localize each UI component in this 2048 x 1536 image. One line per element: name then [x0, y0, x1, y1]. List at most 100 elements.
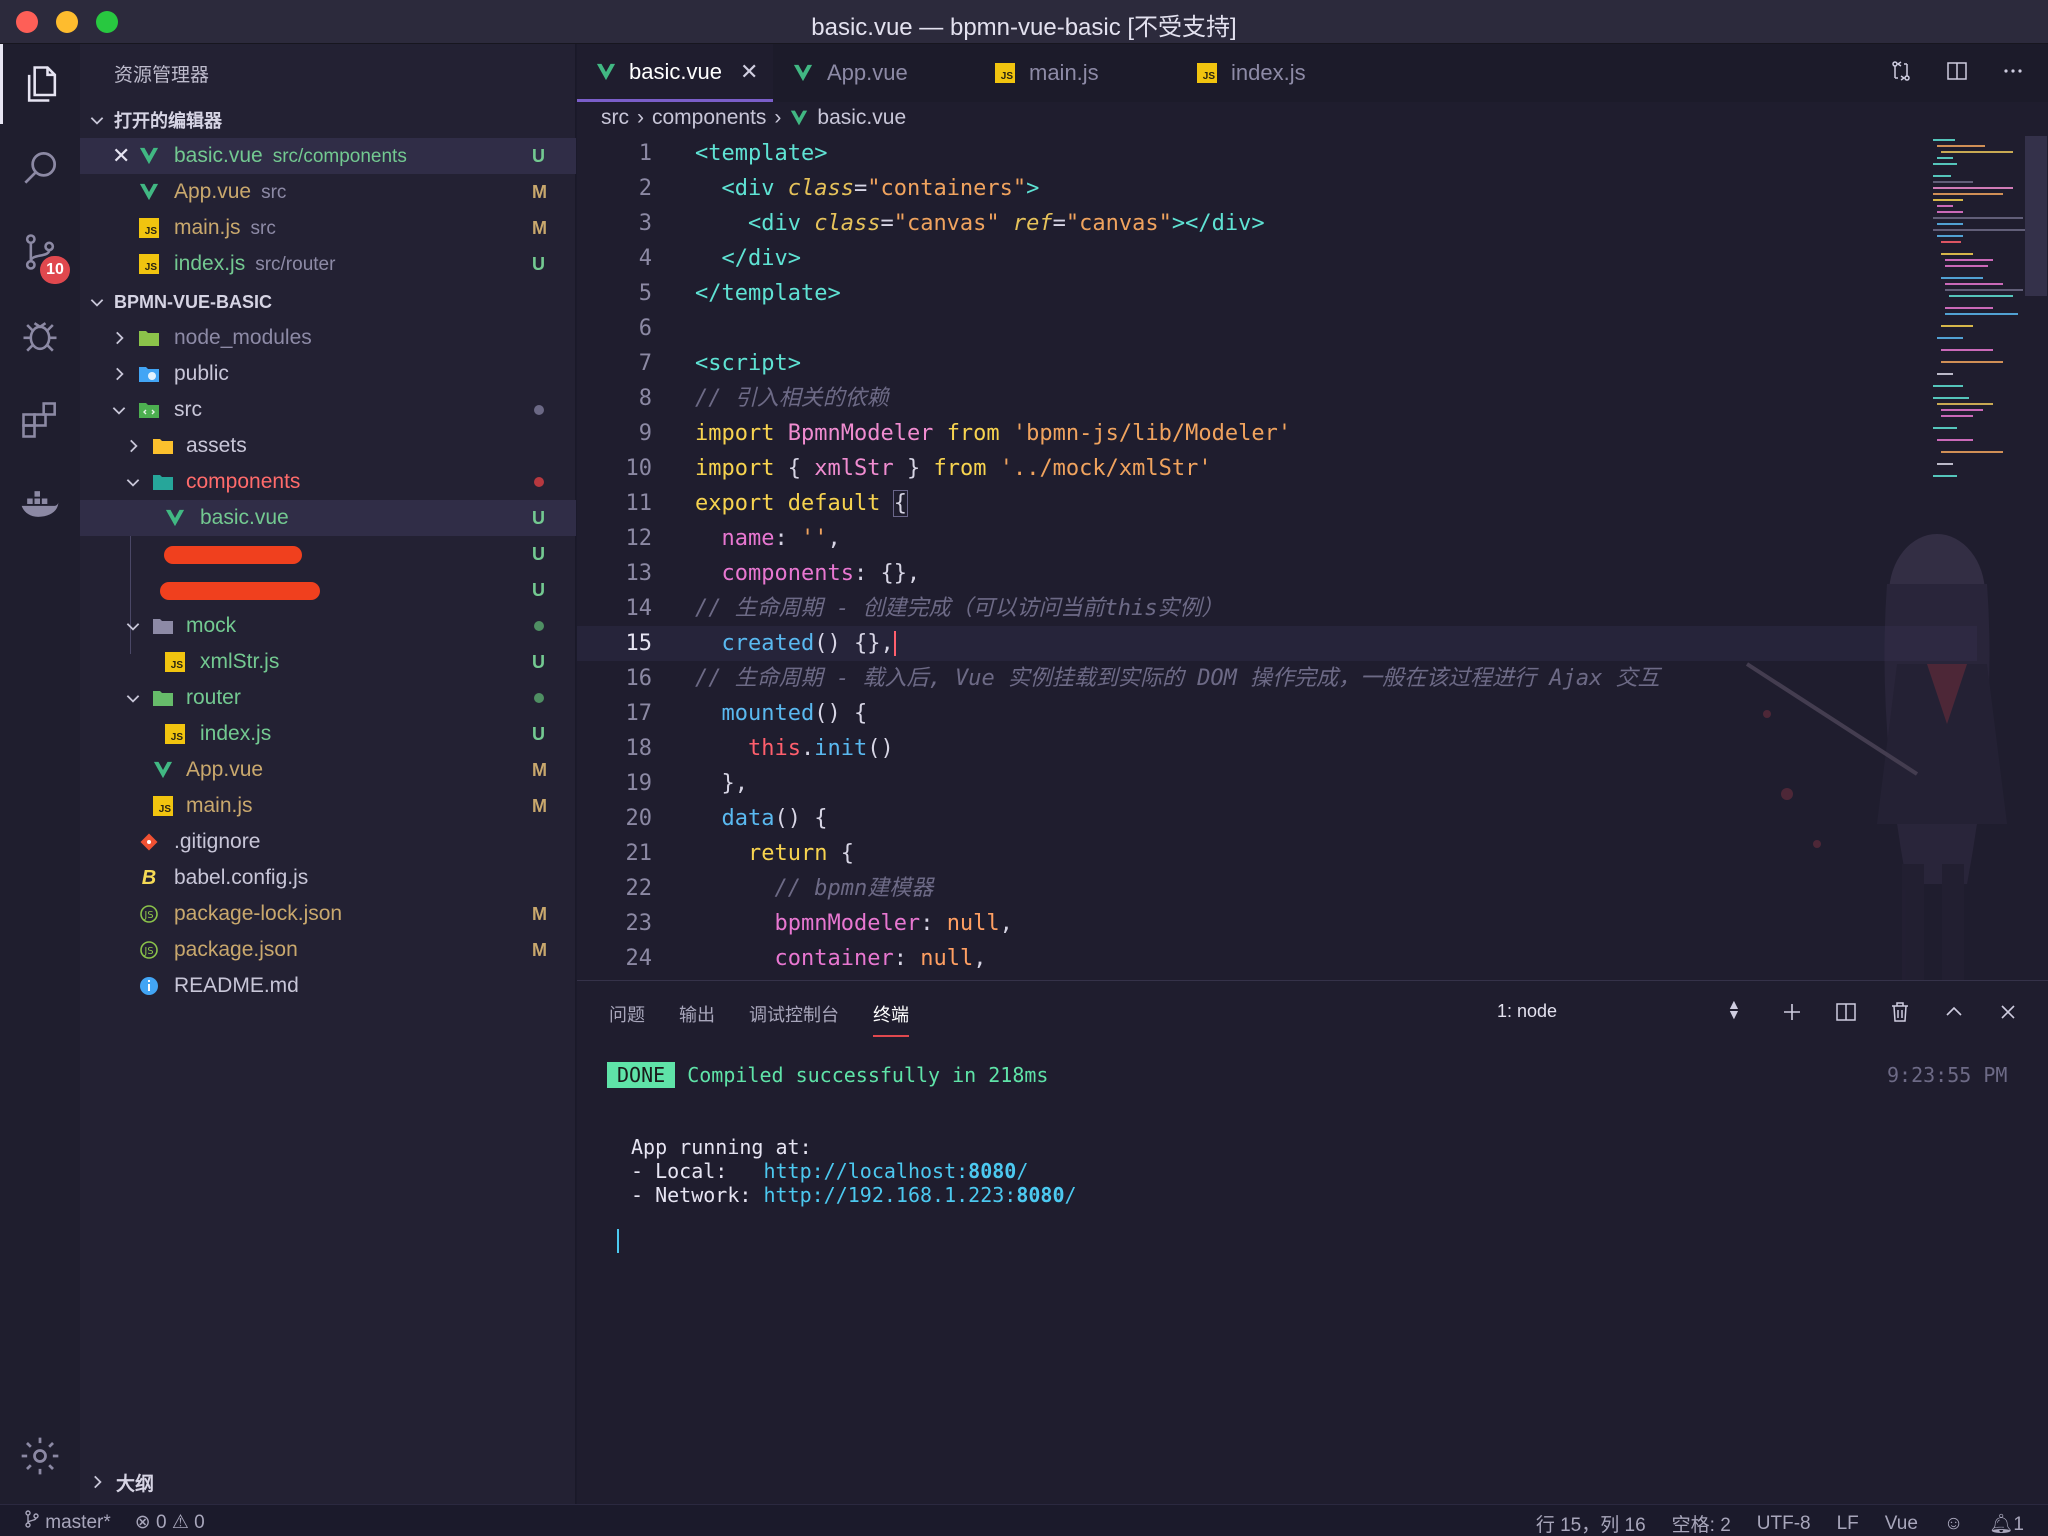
js-file-icon: JS: [164, 723, 186, 745]
tree-folder-assets[interactable]: assets: [80, 428, 576, 464]
tree-folder-public[interactable]: public: [80, 356, 576, 392]
tab-app-vue[interactable]: App.vue: [791, 44, 908, 102]
open-editor-item[interactable]: ✕ basic.vue src/components U: [80, 138, 576, 174]
chevron-right-icon: [94, 1475, 102, 1489]
vue-file-icon: [791, 110, 808, 126]
tab-terminal[interactable]: 终端: [873, 1001, 909, 1037]
terminal-select[interactable]: 1: node: [1497, 1001, 1557, 1022]
line-number: 1: [638, 141, 652, 166]
open-editor-item[interactable]: App.vue src M: [80, 174, 576, 210]
line-number: 17: [625, 701, 653, 726]
terminal-cursor: [617, 1229, 619, 1253]
tab-index-js[interactable]: JS index.js: [1195, 44, 1306, 102]
split-editor-icon[interactable]: [1942, 56, 1972, 86]
open-editor-item[interactable]: JS index.js src/router U: [80, 246, 576, 282]
explorer-icon[interactable]: [0, 44, 80, 124]
title-bar: basic.vue — bpmn-vue-basic [不受支持]: [0, 0, 2048, 44]
line-number: 18: [625, 736, 653, 761]
open-editor-item[interactable]: JS main.js src M: [80, 210, 576, 246]
chevron-down-icon: [126, 623, 140, 631]
tree-folder-src[interactable]: src: [80, 392, 576, 428]
encoding[interactable]: UTF-8: [1757, 1513, 1811, 1535]
line-number: 5: [638, 281, 652, 306]
editor-group: basic.vue ✕ App.vue JS main.js JS index.…: [577, 44, 2048, 994]
tree-file-gitignore[interactable]: .gitignore: [80, 824, 576, 860]
feedback-smiley-icon[interactable]: ☺: [1944, 1513, 1963, 1535]
tab-main-js[interactable]: JS main.js: [993, 44, 1099, 102]
project-header[interactable]: BPMN-VUE-BASIC: [80, 284, 576, 320]
tree-file-package-json[interactable]: JS package.json M: [80, 932, 576, 968]
json-icon: JS: [138, 939, 160, 961]
debug-icon[interactable]: [0, 296, 80, 376]
tab-close-icon[interactable]: ✕: [740, 59, 758, 85]
tab-output[interactable]: 输出: [679, 1001, 715, 1037]
problems-indicator[interactable]: ⊗ 0 ⚠ 0: [135, 1511, 205, 1534]
folder-icon: [138, 327, 160, 349]
settings-gear-icon[interactable]: [0, 1416, 80, 1496]
line-number: 14: [625, 596, 653, 621]
folder-open-icon: [152, 471, 174, 493]
tree-file-basic-vue[interactable]: basic.vue U: [80, 500, 576, 536]
status-bar: master* ⊗ 0 ⚠ 0 行 15，列 16 空格: 2 UTF-8 LF…: [0, 1504, 2048, 1536]
bell-icon: 🔔︎: [1989, 1513, 2014, 1535]
js-file-icon: JS: [138, 217, 160, 239]
indentation[interactable]: 空格: 2: [1672, 1510, 1731, 1536]
line-number: 4: [638, 246, 652, 271]
tree-file-index-js[interactable]: JS index.js U: [80, 716, 576, 752]
select-arrows-icon[interactable]: ▲ ▼: [1727, 997, 1741, 1021]
file-path: src: [250, 218, 276, 239]
tree-folder-components[interactable]: components: [80, 464, 576, 500]
new-terminal-icon[interactable]: [1777, 997, 1807, 1027]
open-changes-icon[interactable]: [1886, 56, 1916, 86]
tree-file-app-vue[interactable]: App.vue M: [80, 752, 576, 788]
line-number: 9: [638, 421, 652, 446]
notifications[interactable]: 🔔︎1: [1989, 1512, 2024, 1536]
breadcrumb-item[interactable]: components: [652, 106, 766, 130]
tab-problems[interactable]: 问题: [609, 1001, 645, 1037]
svg-text:JS: JS: [143, 946, 153, 957]
breadcrumb-item[interactable]: src: [601, 106, 629, 130]
cursor-position[interactable]: 行 15，列 16: [1536, 1510, 1646, 1536]
tree-file-redacted[interactable]: U: [80, 536, 576, 572]
more-actions-icon[interactable]: [1998, 56, 2028, 86]
git-status: M: [532, 217, 547, 238]
line-number: 2: [638, 176, 652, 201]
redaction-mark: [164, 546, 302, 564]
redaction-mark: [160, 582, 320, 600]
extensions-icon[interactable]: [0, 380, 80, 460]
minimap[interactable]: [1933, 136, 2033, 496]
maximize-panel-icon[interactable]: [1939, 997, 1969, 1027]
tree-file-package-lock[interactable]: JS package-lock.json M: [80, 896, 576, 932]
breadcrumb-item[interactable]: basic.vue: [817, 106, 906, 130]
trash-icon[interactable]: [1885, 997, 1915, 1027]
tree-file-redacted[interactable]: U: [80, 572, 576, 608]
tree-file-babel-config[interactable]: B babel.config.js: [80, 860, 576, 896]
tree-folder-mock[interactable]: mock: [80, 608, 576, 644]
docker-icon[interactable]: [0, 464, 80, 544]
js-file-icon: JS: [152, 795, 174, 817]
network-url[interactable]: http://192.168.1.223:: [763, 1183, 1016, 1207]
search-icon[interactable]: [0, 128, 80, 208]
compile-time: 9:23:55 PM: [1887, 1063, 2008, 1087]
outline-section-header[interactable]: 大纲: [80, 1460, 576, 1504]
chevron-down-icon: [126, 479, 140, 487]
tree-folder-router[interactable]: router: [80, 680, 576, 716]
git-branch[interactable]: master*: [24, 1510, 111, 1534]
close-panel-icon[interactable]: [1993, 997, 2023, 1027]
line-number: 6: [638, 316, 652, 341]
tree-file-xmlstr-js[interactable]: JS xmlStr.js U: [80, 644, 576, 680]
source-control-icon[interactable]: 10: [0, 212, 80, 292]
open-editors-header[interactable]: 打开的编辑器: [80, 102, 576, 138]
split-terminal-icon[interactable]: [1831, 997, 1861, 1027]
tab-debug-console[interactable]: 调试控制台: [749, 1001, 839, 1037]
local-url[interactable]: http://localhost:: [763, 1159, 968, 1183]
close-icon[interactable]: ✕: [112, 143, 130, 169]
vertical-scrollbar[interactable]: [2025, 136, 2047, 296]
line-number: 12: [625, 526, 653, 551]
tree-folder-node-modules[interactable]: node_modules: [80, 320, 576, 356]
tree-file-readme[interactable]: README.md: [80, 968, 576, 1004]
end-of-line[interactable]: LF: [1837, 1513, 1859, 1535]
tab-basic-vue[interactable]: basic.vue ✕: [577, 44, 773, 102]
tree-file-main-js[interactable]: JS main.js M: [80, 788, 576, 824]
language-mode[interactable]: Vue: [1885, 1513, 1918, 1535]
